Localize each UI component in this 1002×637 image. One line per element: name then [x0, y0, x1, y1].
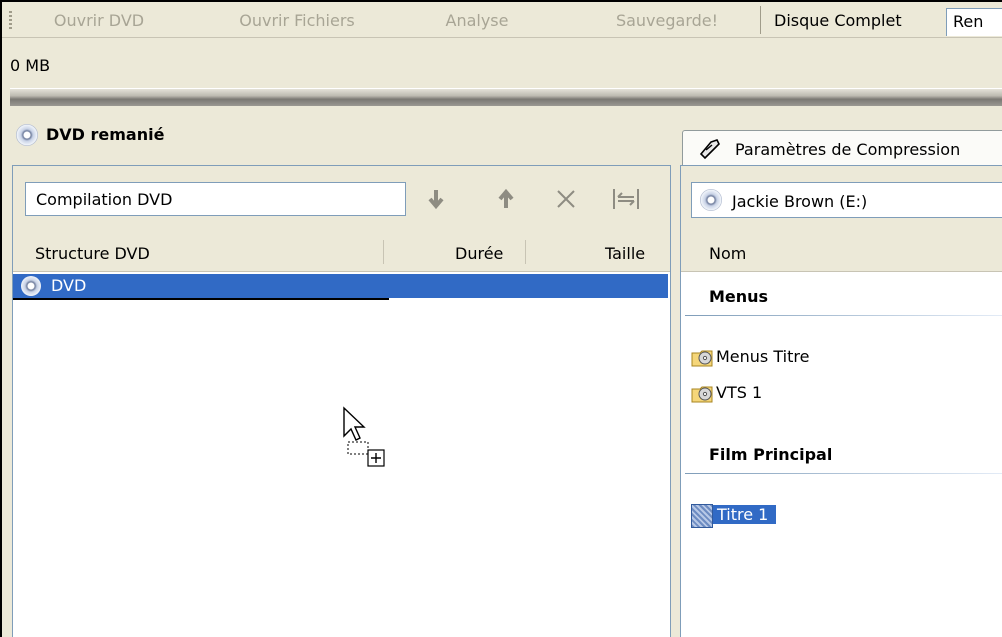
source-panel: Jackie Brown (E:) Nom Menus Menus Titre … — [680, 165, 1002, 637]
item-label: Menus Titre — [716, 347, 810, 366]
tab-compression-settings[interactable]: Paramètres de Compression — [682, 130, 1002, 166]
column-separator — [383, 240, 384, 264]
left-panel-title: DVD remanié — [46, 125, 165, 144]
list-item-titre1[interactable]: Titre 1 — [691, 503, 777, 528]
dvd-drive-icon — [700, 189, 722, 211]
column-structure[interactable]: Structure DVD — [35, 244, 150, 263]
group-film-heading: Film Principal — [709, 445, 833, 464]
drag-copy-cursor-icon — [343, 406, 385, 467]
tab-full-disc[interactable]: Disque Complet — [768, 8, 944, 36]
toolbar-separator — [760, 6, 761, 34]
open-files-button[interactable]: Ouvrir Fichiers — [212, 8, 382, 34]
tree-item-dvd[interactable]: DVD — [13, 274, 668, 298]
compilation-name-input[interactable] — [25, 182, 406, 216]
app-window: Ouvrir DVD Ouvrir Fichiers Analyse Sauve… — [0, 0, 1002, 637]
delete-icon[interactable] — [553, 186, 579, 212]
left-panel-header: DVD remanié — [12, 122, 674, 162]
size-readout: 0 MB — [10, 56, 51, 75]
source-column-header: Nom — [681, 232, 1002, 272]
group-menus-heading: Menus — [709, 287, 769, 306]
tab-remaster[interactable]: Ren — [946, 8, 1002, 36]
wrench-icon — [699, 139, 720, 160]
column-size[interactable]: Taille — [605, 244, 645, 263]
toolbar-grip[interactable] — [9, 11, 12, 31]
fit-icon[interactable] — [611, 186, 639, 212]
main-toolbar: Ouvrir DVD Ouvrir Fichiers Analyse Sauve… — [2, 2, 1002, 38]
dvd-structure-panel: Structure DVD Durée Taille DVD — [12, 165, 671, 637]
column-duration[interactable]: Durée — [455, 244, 503, 263]
structure-column-header: Structure DVD Durée Taille — [13, 232, 670, 272]
dvd-icon — [16, 124, 38, 146]
structure-toolbar — [13, 166, 670, 232]
size-bar: 0 MB — [2, 38, 1002, 86]
arrow-up-icon[interactable] — [493, 186, 519, 212]
size-progress-bar — [10, 88, 1002, 106]
source-list: Menus Menus Titre VTS 1 Film Principal T… — [681, 273, 1002, 637]
open-dvd-button[interactable]: Ouvrir DVD — [24, 8, 174, 34]
tree-item-label: DVD — [51, 276, 87, 295]
arrow-down-icon[interactable] — [423, 186, 449, 212]
list-item-vts1[interactable]: VTS 1 — [691, 381, 762, 405]
drive-select[interactable]: Jackie Brown (E:) — [691, 182, 1002, 218]
drive-bar: Jackie Brown (E:) — [681, 166, 1002, 232]
folder-disc-icon — [691, 350, 713, 366]
folder-disc-icon — [691, 386, 713, 402]
item-label: VTS 1 — [716, 383, 763, 402]
item-label: Titre 1 — [713, 505, 777, 524]
column-name[interactable]: Nom — [709, 244, 746, 263]
analyse-button[interactable]: Analyse — [412, 8, 542, 34]
save-button[interactable]: Sauvegarde! — [582, 8, 752, 34]
tab-label: Paramètres de Compression — [735, 140, 961, 159]
title-icon — [691, 503, 713, 528]
row-underline — [13, 298, 389, 300]
column-separator — [525, 240, 526, 264]
list-item-menus-titre[interactable]: Menus Titre — [691, 345, 809, 369]
dvd-icon — [21, 276, 41, 296]
group-divider — [685, 473, 1002, 474]
group-divider — [685, 315, 1002, 316]
drive-label: Jackie Brown (E:) — [732, 192, 868, 211]
